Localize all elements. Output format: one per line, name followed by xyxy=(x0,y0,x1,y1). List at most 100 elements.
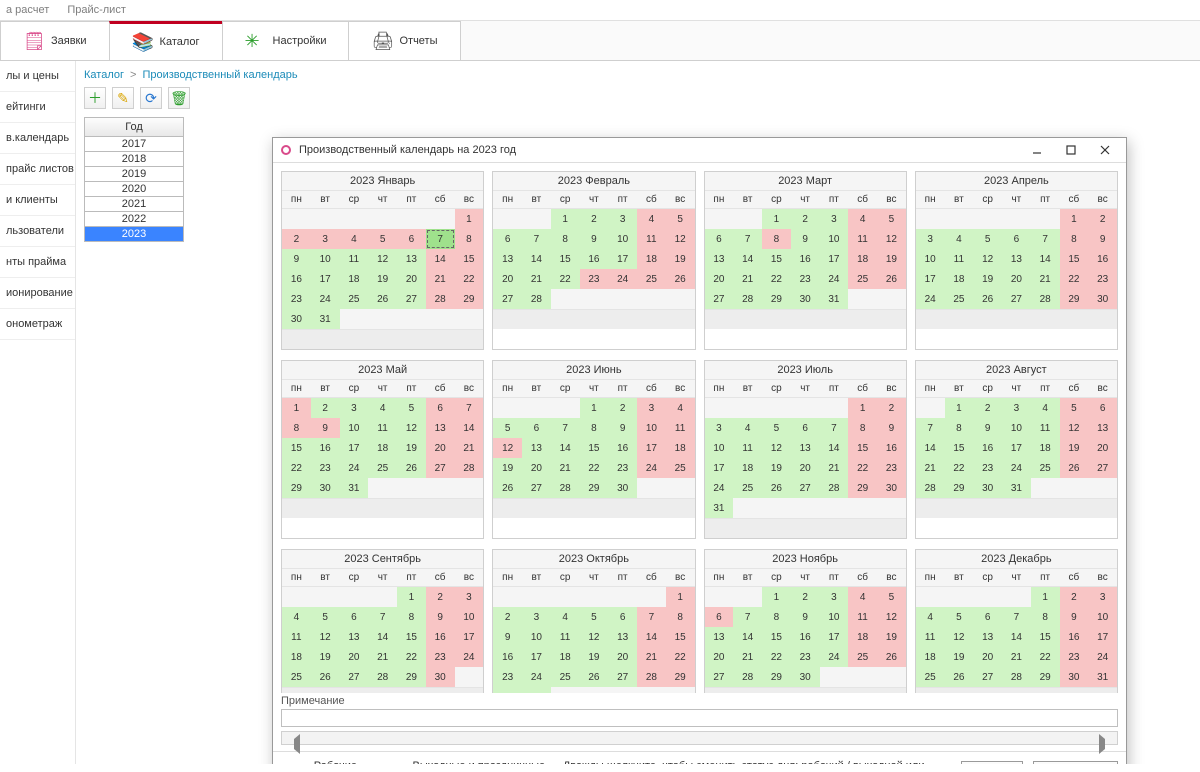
day-cell[interactable]: 7 xyxy=(916,418,945,438)
day-cell[interactable]: 14 xyxy=(733,249,762,269)
day-cell[interactable]: 17 xyxy=(1002,438,1031,458)
day-cell[interactable]: 8 xyxy=(1031,607,1060,627)
day-cell[interactable]: 16 xyxy=(580,249,609,269)
day-cell[interactable]: 5 xyxy=(945,607,974,627)
day-cell[interactable]: 30 xyxy=(1060,667,1089,687)
day-cell[interactable]: 18 xyxy=(733,458,762,478)
day-cell[interactable]: 23 xyxy=(1060,647,1089,667)
tab-отчеты[interactable]: 🖨Отчеты xyxy=(348,21,460,60)
day-cell[interactable]: 30 xyxy=(311,478,340,498)
day-cell[interactable]: 21 xyxy=(733,647,762,667)
day-cell[interactable]: 20 xyxy=(608,647,637,667)
day-cell[interactable]: 9 xyxy=(282,249,311,269)
day-cell[interactable]: 24 xyxy=(1002,458,1031,478)
day-cell[interactable]: 24 xyxy=(1088,647,1117,667)
day-cell[interactable]: 4 xyxy=(340,229,369,249)
day-cell[interactable]: 16 xyxy=(791,249,820,269)
day-cell[interactable]: 7 xyxy=(733,607,762,627)
day-cell[interactable]: 1 xyxy=(580,398,609,418)
day-cell[interactable]: 6 xyxy=(705,229,734,249)
day-cell[interactable]: 5 xyxy=(397,398,426,418)
day-cell[interactable]: 4 xyxy=(282,607,311,627)
day-cell[interactable]: 26 xyxy=(397,458,426,478)
day-cell[interactable]: 24 xyxy=(820,269,849,289)
day-cell[interactable]: 23 xyxy=(580,269,609,289)
day-cell[interactable]: 2 xyxy=(791,587,820,607)
day-cell[interactable]: 11 xyxy=(848,229,877,249)
note-input[interactable] xyxy=(281,709,1118,727)
day-cell[interactable]: 27 xyxy=(973,667,1002,687)
day-cell[interactable]: 9 xyxy=(426,607,455,627)
close-icon[interactable] xyxy=(1092,141,1118,159)
day-cell[interactable]: 14 xyxy=(1031,249,1060,269)
day-cell[interactable]: 20 xyxy=(397,269,426,289)
day-cell[interactable]: 19 xyxy=(493,458,522,478)
day-cell[interactable]: 9 xyxy=(973,418,1002,438)
day-cell[interactable]: 8 xyxy=(282,418,311,438)
day-cell[interactable]: 14 xyxy=(551,438,580,458)
day-cell[interactable]: 22 xyxy=(282,458,311,478)
day-cell[interactable]: 8 xyxy=(762,229,791,249)
day-cell[interactable]: 12 xyxy=(877,229,906,249)
day-cell[interactable]: 3 xyxy=(455,587,484,607)
day-cell[interactable]: 27 xyxy=(340,667,369,687)
day-cell[interactable]: 21 xyxy=(368,647,397,667)
day-cell[interactable]: 8 xyxy=(945,418,974,438)
day-cell[interactable]: 17 xyxy=(1088,627,1117,647)
day-cell[interactable]: 26 xyxy=(1060,458,1089,478)
day-cell[interactable]: 23 xyxy=(791,269,820,289)
day-cell[interactable]: 18 xyxy=(551,647,580,667)
day-cell[interactable]: 22 xyxy=(848,458,877,478)
day-cell[interactable]: 26 xyxy=(493,478,522,498)
day-cell[interactable]: 8 xyxy=(1060,229,1089,249)
day-cell[interactable]: 15 xyxy=(455,249,484,269)
day-cell[interactable]: 17 xyxy=(820,627,849,647)
day-cell[interactable]: 13 xyxy=(522,438,551,458)
day-cell[interactable]: 27 xyxy=(608,667,637,687)
day-cell[interactable]: 7 xyxy=(637,607,666,627)
day-cell[interactable]: 5 xyxy=(493,418,522,438)
day-cell[interactable]: 22 xyxy=(455,269,484,289)
day-cell[interactable]: 13 xyxy=(791,438,820,458)
day-cell[interactable]: 28 xyxy=(916,478,945,498)
day-cell[interactable]: 3 xyxy=(1002,398,1031,418)
day-cell[interactable]: 28 xyxy=(637,667,666,687)
day-cell[interactable]: 25 xyxy=(945,289,974,309)
day-cell[interactable]: 8 xyxy=(762,607,791,627)
tab-заявки[interactable]: 🗒Заявки xyxy=(0,21,110,60)
day-cell[interactable]: 24 xyxy=(916,289,945,309)
day-cell[interactable]: 3 xyxy=(522,607,551,627)
year-header[interactable]: Год xyxy=(84,117,184,137)
day-cell[interactable]: 16 xyxy=(973,438,1002,458)
day-cell[interactable]: 12 xyxy=(368,249,397,269)
day-cell[interactable]: 11 xyxy=(945,249,974,269)
day-cell[interactable]: 30 xyxy=(282,309,311,329)
day-cell[interactable]: 29 xyxy=(666,667,695,687)
day-cell[interactable]: 4 xyxy=(848,209,877,229)
day-cell[interactable]: 11 xyxy=(282,627,311,647)
day-cell[interactable]: 27 xyxy=(1088,458,1117,478)
day-cell[interactable]: 17 xyxy=(637,438,666,458)
day-cell[interactable]: 2 xyxy=(1088,209,1117,229)
day-cell[interactable]: 25 xyxy=(282,667,311,687)
day-cell[interactable]: 15 xyxy=(1031,627,1060,647)
day-cell[interactable]: 29 xyxy=(580,478,609,498)
day-cell[interactable]: 19 xyxy=(397,438,426,458)
day-cell[interactable]: 15 xyxy=(762,249,791,269)
day-cell[interactable]: 22 xyxy=(762,269,791,289)
day-cell[interactable]: 14 xyxy=(522,249,551,269)
day-cell[interactable]: 2 xyxy=(791,209,820,229)
day-cell[interactable]: 20 xyxy=(493,269,522,289)
day-cell[interactable]: 30 xyxy=(973,478,1002,498)
day-cell[interactable]: 15 xyxy=(762,627,791,647)
day-cell[interactable]: 12 xyxy=(877,607,906,627)
day-cell[interactable]: 4 xyxy=(551,607,580,627)
day-cell[interactable]: 17 xyxy=(608,249,637,269)
day-cell[interactable]: 13 xyxy=(705,627,734,647)
day-cell[interactable]: 10 xyxy=(916,249,945,269)
day-cell[interactable]: 1 xyxy=(455,209,484,229)
day-cell[interactable]: 28 xyxy=(1002,667,1031,687)
day-cell[interactable]: 8 xyxy=(551,229,580,249)
day-cell[interactable]: 15 xyxy=(666,627,695,647)
day-cell[interactable]: 30 xyxy=(791,289,820,309)
